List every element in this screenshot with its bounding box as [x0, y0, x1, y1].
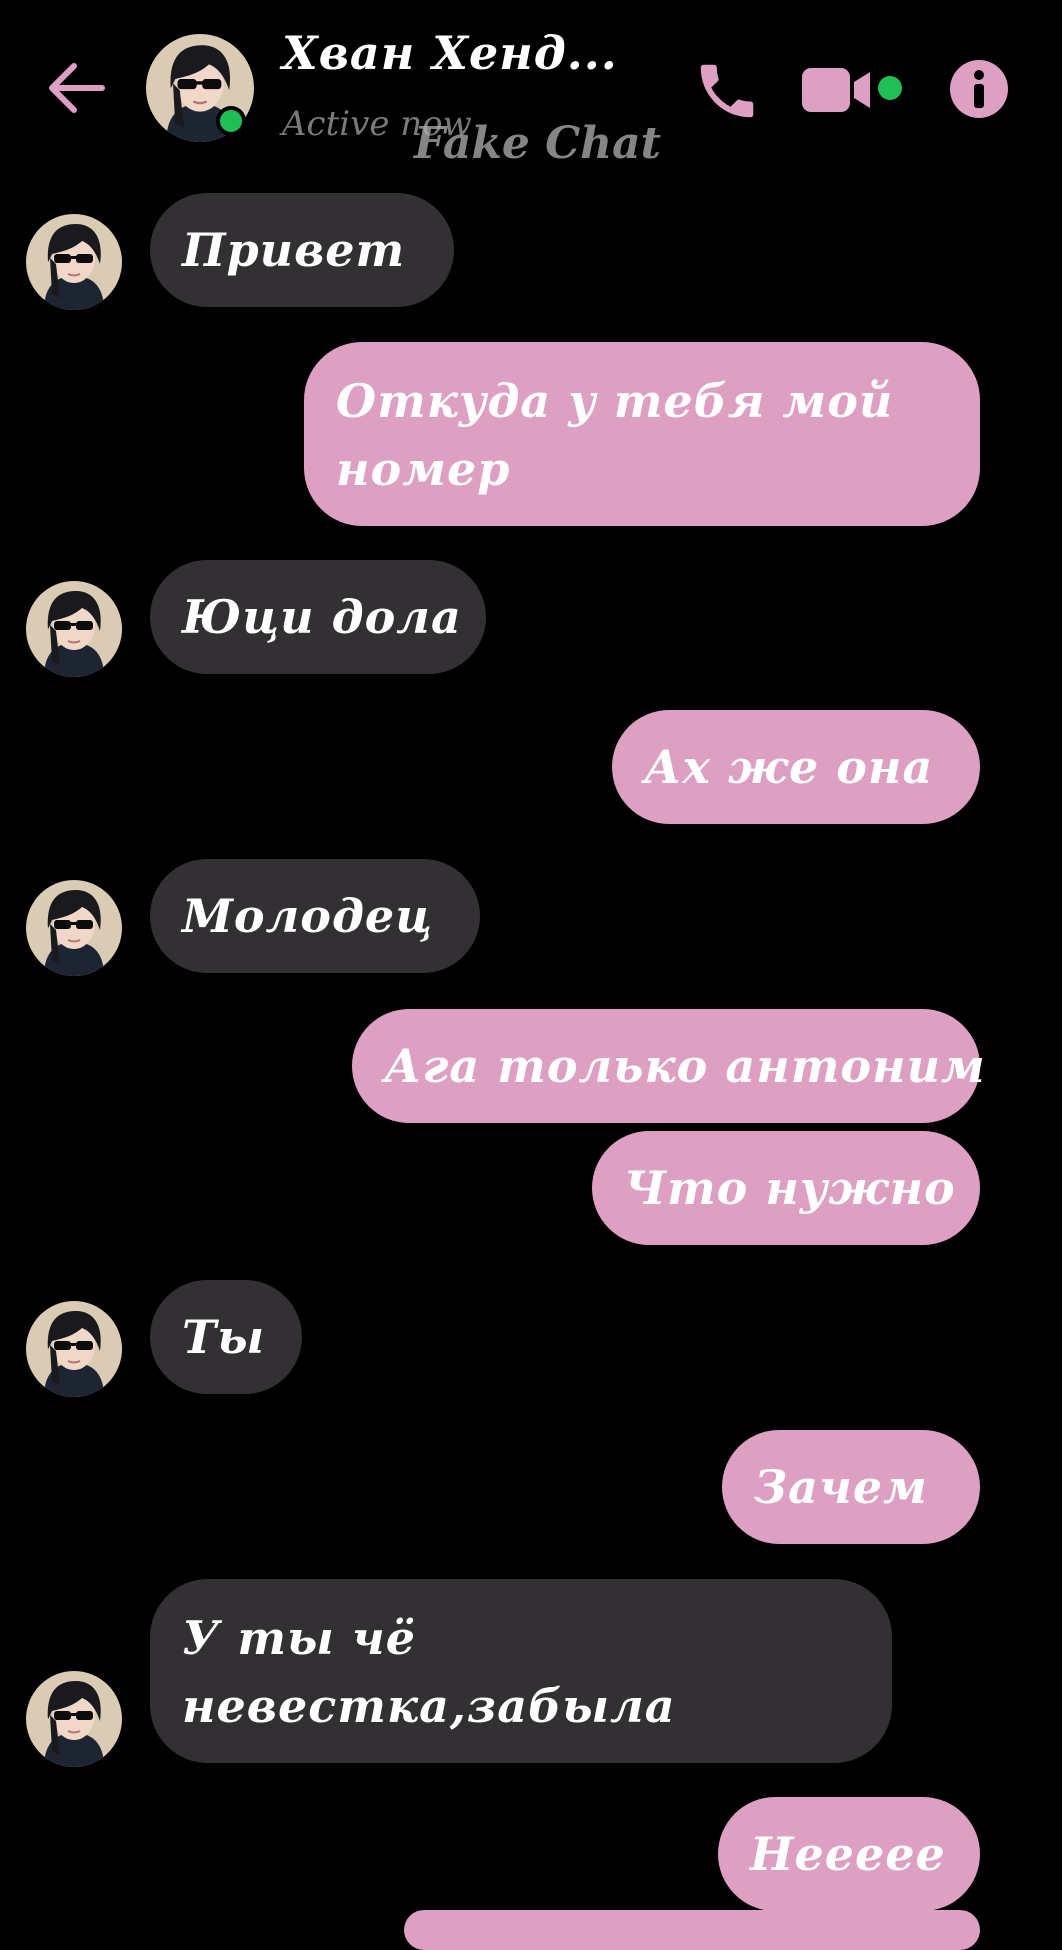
sender-avatar[interactable] [26, 880, 122, 976]
message-bubble[interactable]: Привет [150, 193, 454, 307]
avatar-photo [26, 214, 122, 310]
sender-avatar[interactable] [26, 1671, 122, 1767]
call-button[interactable] [692, 56, 762, 126]
avatar-photo [26, 880, 122, 976]
avatar-photo [26, 1671, 122, 1767]
message-bubble[interactable]: Что нужно [592, 1131, 980, 1245]
chat-header: Хван Хенд... Active now Fake Chat [0, 0, 1062, 180]
message-bubble[interactable]: У ты чё невестка,забыла [150, 1579, 892, 1763]
sender-avatar[interactable] [26, 1301, 122, 1397]
sender-avatar[interactable] [26, 214, 122, 310]
message-bubble[interactable]: Ага только антоним [352, 1009, 985, 1123]
info-button[interactable] [948, 58, 1010, 120]
arrow-left-icon [49, 63, 105, 113]
message-bubble[interactable]: Юци дола [150, 560, 486, 674]
message-bubble[interactable]: Откуда у тебя мой номер [304, 342, 980, 526]
contact-name[interactable]: Хван Хенд... [282, 26, 618, 80]
avatar-photo [26, 1301, 122, 1397]
sender-avatar[interactable] [26, 581, 122, 677]
online-indicator [216, 106, 246, 136]
video-active-dot [878, 76, 902, 100]
watermark: Fake Chat [414, 118, 661, 169]
message-bubble[interactable]: Нееееe [718, 1797, 980, 1911]
message-bubble[interactable]: Ты [150, 1280, 302, 1394]
phone-icon [700, 64, 754, 118]
avatar-photo [26, 581, 122, 677]
info-icon [950, 60, 1008, 118]
back-button[interactable] [44, 60, 108, 116]
message-bubble[interactable]: Ах же она [612, 710, 980, 824]
message-bubble[interactable]: Молодец [150, 859, 480, 973]
message-bubble[interactable]: Зачем [722, 1430, 980, 1544]
message-bubble-partial [404, 1910, 980, 1950]
